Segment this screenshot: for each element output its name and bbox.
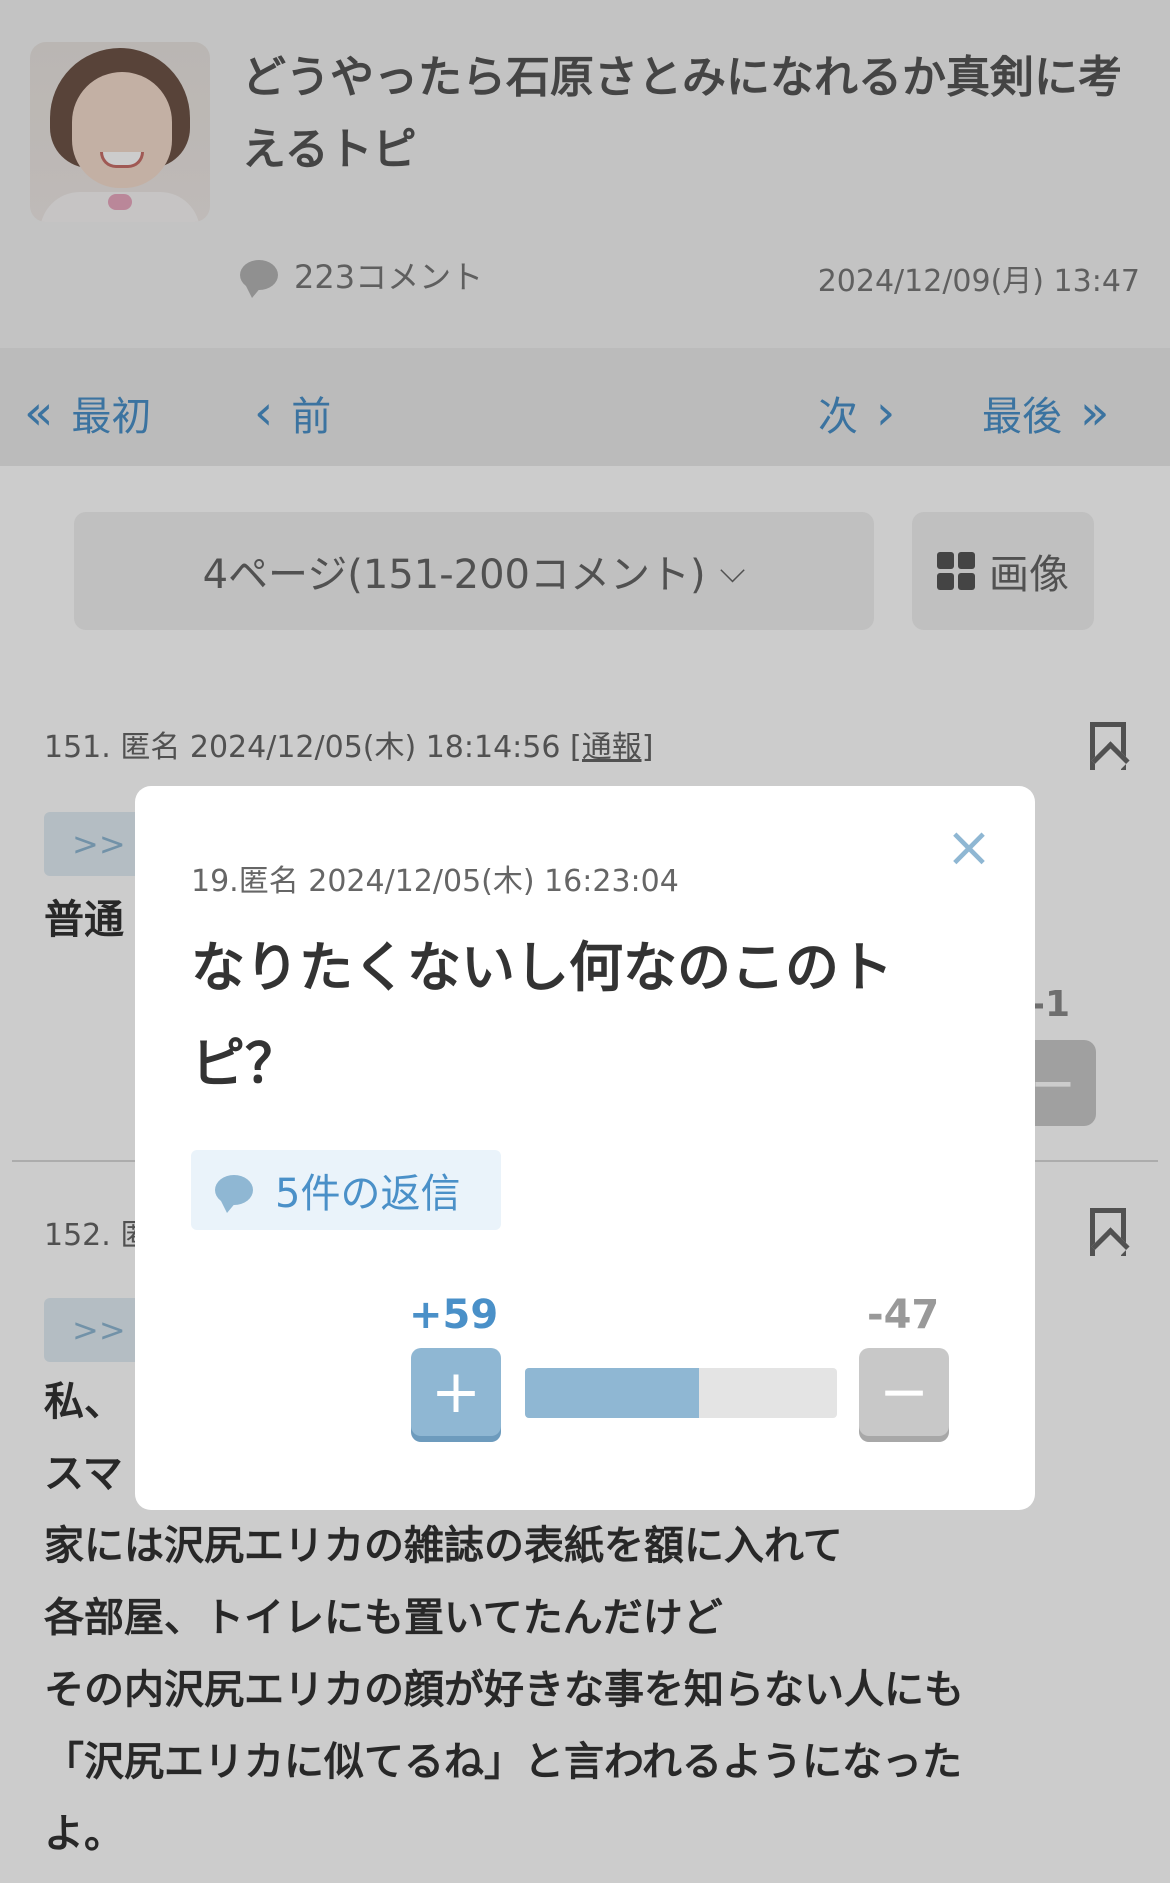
vote-ratio-bar xyxy=(525,1368,837,1418)
page: どうやったら石原さとみになれるか真剣に考えるトピ 223コメント 2024/12… xyxy=(0,0,1170,1883)
plus-count: +59 xyxy=(409,1292,499,1338)
replies-label: 5件の返信 xyxy=(275,1171,461,1217)
minus-button[interactable]: − xyxy=(859,1348,949,1436)
reply-preview-modal: × 19.匿名 2024/12/05(木) 16:23:04 なりたくないし何な… xyxy=(135,786,1035,1510)
speech-bubble-icon xyxy=(215,1175,253,1213)
close-icon[interactable]: × xyxy=(941,820,997,878)
vote-ratio-fill xyxy=(525,1368,699,1418)
modal-comment-body: なりたくないし何なのこのトピ？ xyxy=(191,936,893,1095)
modal-comment-meta: 19.匿名 2024/12/05(木) 16:23:04 xyxy=(191,864,679,899)
minus-count: -47 xyxy=(867,1292,940,1338)
replies-button[interactable]: 5件の返信 xyxy=(191,1150,501,1230)
plus-button[interactable]: + xyxy=(411,1348,501,1436)
